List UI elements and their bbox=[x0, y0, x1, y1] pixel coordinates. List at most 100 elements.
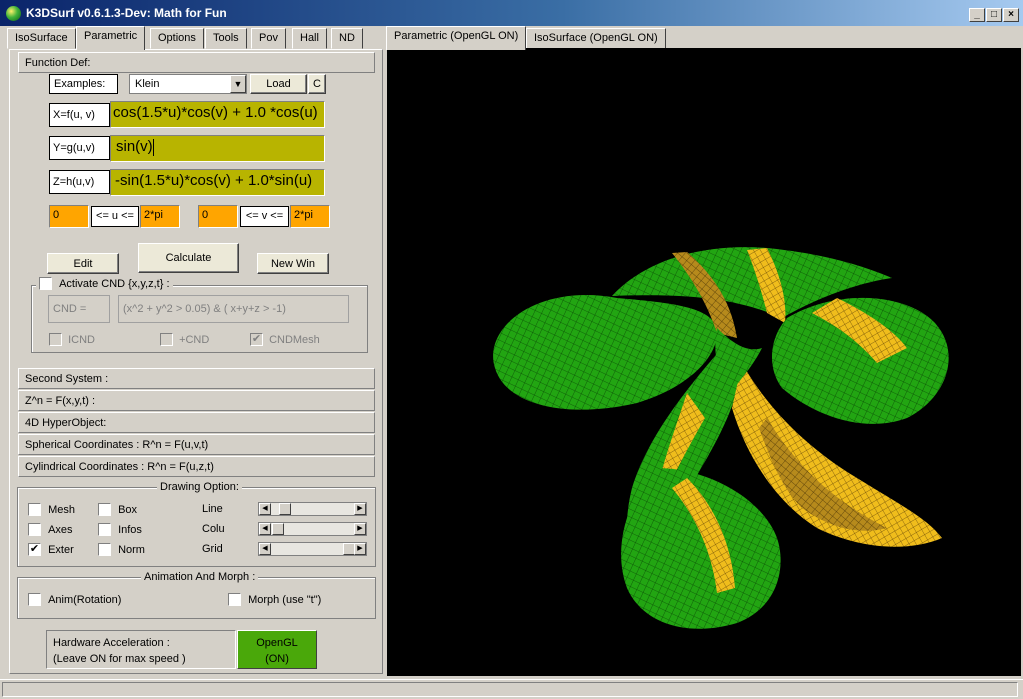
section-second-system[interactable]: Second System : bbox=[18, 368, 375, 389]
tab-isosurface[interactable]: IsoSurface bbox=[7, 28, 76, 49]
status-panel bbox=[2, 682, 1018, 697]
v-min-input[interactable]: 0 bbox=[198, 205, 238, 228]
norm-checkbox[interactable] bbox=[98, 543, 111, 556]
section-4d-hyperobject[interactable]: 4D HyperObject: bbox=[18, 412, 375, 433]
cndmesh-option[interactable]: ✔ CNDMesh bbox=[250, 333, 320, 346]
opengl-label: OpenGL bbox=[256, 637, 298, 649]
line-slider[interactable]: ◀ ▶ bbox=[258, 502, 367, 516]
tab-parametric[interactable]: Parametric bbox=[76, 26, 146, 50]
infos-option[interactable]: Infos bbox=[98, 523, 142, 536]
z-function-input[interactable]: -sin(1.5*u)*cos(v) + 1.0*sin(u) bbox=[110, 169, 325, 196]
minimize-button[interactable]: _ bbox=[969, 8, 985, 22]
icnd-option[interactable]: ICND bbox=[49, 333, 95, 346]
close-button[interactable]: × bbox=[1003, 8, 1019, 22]
cnd-activate-checkbox[interactable] bbox=[39, 277, 52, 290]
exter-checkbox[interactable]: ✔ bbox=[28, 543, 41, 556]
line-label: Line bbox=[202, 503, 223, 515]
y-function-input[interactable]: sin(v) bbox=[110, 135, 325, 162]
u-max-input[interactable]: 2*pi bbox=[140, 205, 180, 228]
load-button[interactable]: Load bbox=[250, 74, 307, 94]
line-slider-thumb[interactable] bbox=[279, 503, 291, 515]
infos-label: Infos bbox=[118, 523, 142, 536]
arrow-right-icon[interactable]: ▶ bbox=[354, 543, 366, 555]
arrow-left-icon[interactable]: ◀ bbox=[259, 503, 271, 515]
cndmesh-label: CNDMesh bbox=[269, 333, 320, 346]
cndmesh-checkbox[interactable]: ✔ bbox=[250, 333, 263, 346]
axes-label: Axes bbox=[48, 523, 73, 536]
chevron-down-icon[interactable]: ▼ bbox=[230, 75, 246, 93]
examples-dropdown[interactable]: Klein ▼ bbox=[129, 74, 247, 94]
icnd-checkbox[interactable] bbox=[49, 333, 62, 346]
c-button[interactable]: C bbox=[308, 74, 326, 94]
app-icon bbox=[6, 6, 21, 21]
tab-hall[interactable]: Hall bbox=[292, 28, 327, 49]
mesh-option[interactable]: Mesh bbox=[28, 503, 75, 516]
box-label: Box bbox=[118, 503, 138, 516]
window-title: K3DSurf v0.6.1.3-Dev: Math for Fun bbox=[26, 6, 227, 20]
exter-label: Exter bbox=[48, 543, 74, 556]
colu-slider-thumb[interactable] bbox=[272, 523, 284, 535]
section-zn[interactable]: Z^n = F(x,y,t) : bbox=[18, 390, 375, 411]
opengl-viewport[interactable] bbox=[387, 48, 1021, 676]
morph-checkbox[interactable] bbox=[228, 593, 241, 606]
tab-options[interactable]: Options bbox=[150, 28, 204, 49]
section-spherical[interactable]: Spherical Coordinates : R^n = F(u,v,t) bbox=[18, 434, 375, 455]
anim-rotation-checkbox[interactable] bbox=[28, 593, 41, 606]
plus-cnd-checkbox[interactable] bbox=[160, 333, 173, 346]
morph-option[interactable]: Morph (use "t") bbox=[228, 593, 321, 606]
text-cursor bbox=[152, 138, 154, 156]
box-option[interactable]: Box bbox=[98, 503, 137, 516]
anim-rotation-option[interactable]: Anim(Rotation) bbox=[28, 593, 121, 606]
tab-nd[interactable]: ND bbox=[331, 28, 363, 49]
axes-checkbox[interactable] bbox=[28, 523, 41, 536]
arrow-left-icon[interactable]: ◀ bbox=[259, 523, 271, 535]
edit-button[interactable]: Edit bbox=[47, 253, 119, 274]
section-cylindrical[interactable]: Cylindrical Coordinates : R^n = F(u,z,t) bbox=[18, 456, 375, 477]
calculate-button[interactable]: Calculate bbox=[138, 243, 239, 273]
arrow-right-icon[interactable]: ▶ bbox=[354, 523, 366, 535]
anim-rotation-label: Anim(Rotation) bbox=[48, 593, 122, 606]
grid-slider[interactable]: ◀ ▶ bbox=[258, 542, 367, 556]
mesh-checkbox[interactable] bbox=[28, 503, 41, 516]
u-range-label: <= u <= bbox=[91, 206, 139, 227]
y-function-label: Y=g(u,v) bbox=[49, 136, 110, 160]
morph-label: Morph (use "t") bbox=[248, 593, 322, 606]
exter-option[interactable]: ✔ Exter bbox=[28, 543, 74, 556]
icnd-label: ICND bbox=[68, 333, 95, 346]
y-function-value: sin(v) bbox=[116, 138, 153, 155]
arrow-left-icon[interactable]: ◀ bbox=[259, 543, 271, 555]
opengl-state: (ON) bbox=[265, 653, 289, 665]
cnd-input[interactable]: (x^2 + y^2 > 0.05) & ( x+y+z > -1) bbox=[118, 295, 349, 323]
plus-cnd-label: +CND bbox=[179, 333, 210, 346]
x-function-label: X=f(u, v) bbox=[49, 103, 110, 127]
examples-selected: Klein bbox=[135, 78, 160, 90]
new-win-button[interactable]: New Win bbox=[257, 253, 329, 274]
u-min-input[interactable]: 0 bbox=[49, 205, 89, 228]
norm-option[interactable]: Norm bbox=[98, 543, 145, 556]
maximize-button[interactable]: □ bbox=[986, 8, 1002, 22]
tab-parametric-opengl[interactable]: Parametric (OpenGL ON) bbox=[386, 26, 527, 50]
colu-label: Colu bbox=[202, 523, 225, 535]
cnd-activate[interactable]: Activate CND {x,y,z,t} : bbox=[36, 277, 173, 290]
drawing-option-title: Drawing Option: bbox=[157, 481, 242, 493]
norm-label: Norm bbox=[118, 543, 145, 556]
hardware-acceleration-hint: (Leave ON for max speed ) bbox=[53, 653, 186, 665]
tab-isosurface-opengl[interactable]: IsoSurface (OpenGL ON) bbox=[526, 28, 666, 49]
arrow-right-icon[interactable]: ▶ bbox=[354, 503, 366, 515]
cnd-activate-label: Activate CND {x,y,z,t} : bbox=[59, 277, 170, 290]
opengl-toggle-button[interactable]: OpenGL (ON) bbox=[237, 630, 317, 669]
klein-surface-render bbox=[493, 247, 949, 629]
v-max-input[interactable]: 2*pi bbox=[290, 205, 330, 228]
tab-pov[interactable]: Pov bbox=[251, 28, 286, 49]
hardware-acceleration-info: Hardware Acceleration : (Leave ON for ma… bbox=[46, 630, 236, 669]
plus-cnd-option[interactable]: +CND bbox=[160, 333, 209, 346]
colu-slider[interactable]: ◀ ▶ bbox=[258, 522, 367, 536]
tab-tools[interactable]: Tools bbox=[205, 28, 247, 49]
x-function-input[interactable]: cos(1.5*u)*cos(v) + 1.0 *cos(u) bbox=[110, 101, 325, 128]
function-def-header[interactable]: Function Def: bbox=[18, 52, 375, 73]
infos-checkbox[interactable] bbox=[98, 523, 111, 536]
cnd-label: CND = bbox=[48, 295, 110, 323]
animation-title: Animation And Morph : bbox=[141, 571, 259, 583]
axes-option[interactable]: Axes bbox=[28, 523, 73, 536]
box-checkbox[interactable] bbox=[98, 503, 111, 516]
